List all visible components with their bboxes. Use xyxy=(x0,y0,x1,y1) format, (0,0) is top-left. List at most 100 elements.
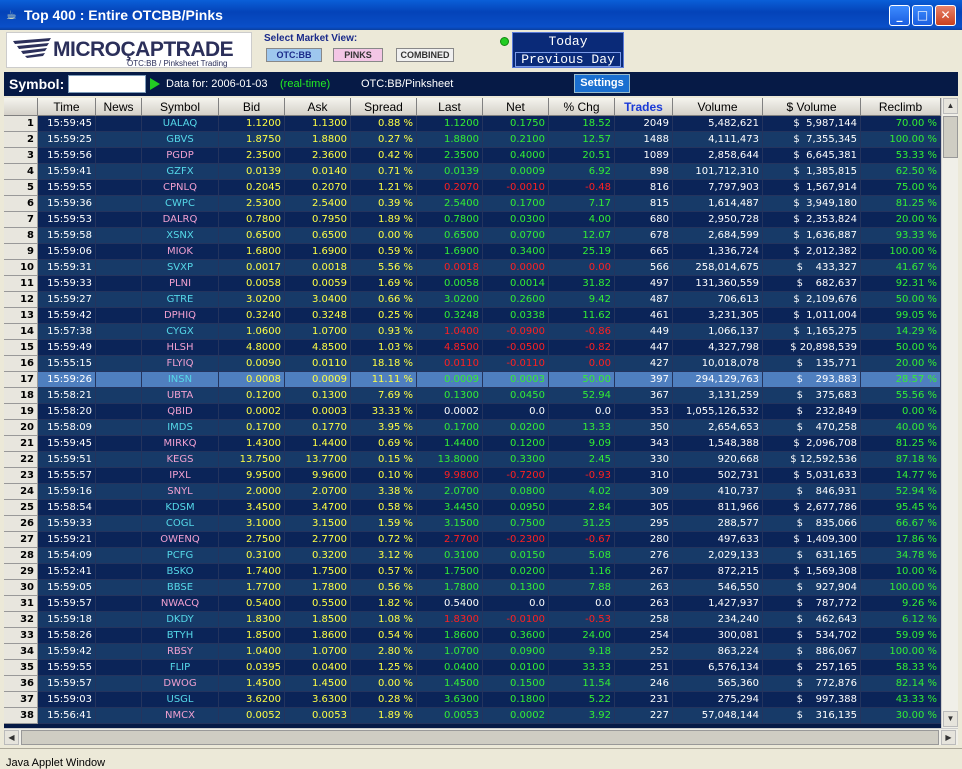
table-row[interactable]: 10 15:59:31 SVXP 0.0017 0.0018 5.56 % 0.0018 0.… xyxy=(4,260,941,276)
go-play-icon[interactable] xyxy=(150,78,160,90)
cell-symbol[interactable]: KDSM xyxy=(142,500,219,516)
cell-symbol[interactable]: FLYIQ xyxy=(142,356,219,372)
cell-symbol[interactable]: MIRKQ xyxy=(142,436,219,452)
table-row[interactable]: 8 15:59:58 XSNX 0.6500 0.6500 0.00 % 0.6500 0.0… xyxy=(4,228,941,244)
cell-symbol[interactable]: PGDP xyxy=(142,148,219,164)
cell-symbol[interactable]: DWOG xyxy=(142,676,219,692)
table-row[interactable]: 13 15:59:42 DPHIQ 0.3240 0.3248 0.25 % 0.3248 0… xyxy=(4,308,941,324)
cell-symbol[interactable]: GTRE xyxy=(142,292,219,308)
cell-symbol[interactable]: SNYL xyxy=(142,484,219,500)
cell-symbol[interactable]: KEGS xyxy=(142,452,219,468)
table-row[interactable]: 19 15:58:20 QBID 0.0002 0.0003 33.33 % 0.0002 0… xyxy=(4,404,941,420)
cell-symbol[interactable]: BTYH xyxy=(142,628,219,644)
table-row[interactable]: 4 15:59:41 GZFX 0.0139 0.0140 0.71 % 0.0139 0.0… xyxy=(4,164,941,180)
symbol-input[interactable] xyxy=(68,75,146,93)
column-header-spread[interactable]: Spread xyxy=(351,98,417,116)
cell-symbol[interactable]: QBID xyxy=(142,404,219,420)
cell-symbol[interactable]: DPHIQ xyxy=(142,308,219,324)
scroll-left-arrow-icon[interactable]: ◀ xyxy=(4,730,19,745)
table-row[interactable]: 26 15:59:33 COGL 3.1000 3.1500 1.59 % 3.1500 0.… xyxy=(4,516,941,532)
table-row[interactable]: 37 15:59:03 USGL 3.6200 3.6300 0.28 % 3.6300 0.… xyxy=(4,692,941,708)
table-row[interactable]: 2 15:59:25 GBVS 1.8750 1.8800 0.27 % 1.8800 0.2… xyxy=(4,132,941,148)
today-button[interactable]: Today xyxy=(515,35,621,50)
cell-symbol[interactable]: BSKO xyxy=(142,564,219,580)
cell-symbol[interactable]: NMCX xyxy=(142,708,219,724)
column-header-dollar-volume[interactable]: $ Volume xyxy=(763,98,861,116)
cell-symbol[interactable]: CYGX xyxy=(142,324,219,340)
cell-symbol[interactable]: XSNX xyxy=(142,228,219,244)
table-row[interactable]: 36 15:59:57 DWOG 1.4500 1.4500 0.00 % 1.4500 0.… xyxy=(4,676,941,692)
cell-symbol[interactable]: RBSY xyxy=(142,644,219,660)
table-row[interactable]: 9 15:59:06 MIOK 1.6800 1.6900 0.59 % 1.6900 0.3… xyxy=(4,244,941,260)
cell-symbol[interactable]: NWACQ xyxy=(142,596,219,612)
settings-button[interactable]: Settings xyxy=(574,74,630,93)
cell-symbol[interactable]: IPXL xyxy=(142,468,219,484)
column-header-pct-chg[interactable]: % Chg xyxy=(549,98,615,116)
column-header-news[interactable]: News xyxy=(96,98,142,116)
column-header-bid[interactable]: Bid xyxy=(219,98,285,116)
cell-symbol[interactable]: BBSE xyxy=(142,580,219,596)
close-button[interactable]: ✕ xyxy=(935,5,956,26)
table-row[interactable]: 22 15:59:51 KEGS 13.7500 13.7700 0.15 % 13.800… xyxy=(4,452,941,468)
table-row[interactable]: 1 15:59:45 UALAQ 1.1200 1.1300 0.88 % 1.1200 0.… xyxy=(4,116,941,132)
table-row[interactable]: 30 15:59:05 BBSE 1.7700 1.7800 0.56 % 1.7800 0.… xyxy=(4,580,941,596)
scroll-up-arrow-icon[interactable]: ▲ xyxy=(943,98,958,114)
column-header-ask[interactable]: Ask xyxy=(285,98,351,116)
table-row[interactable]: 12 15:59:27 GTRE 3.0200 3.0400 0.66 % 3.0200 0.… xyxy=(4,292,941,308)
vertical-scroll-thumb[interactable] xyxy=(943,116,958,158)
cell-symbol[interactable]: COGL xyxy=(142,516,219,532)
vertical-scrollbar[interactable]: ▲ ▼ xyxy=(941,98,958,728)
scroll-down-arrow-icon[interactable]: ▼ xyxy=(943,711,958,727)
table-row[interactable]: 23 15:55:57 IPXL 9.9500 9.9600 0.10 % 9.9800 -0… xyxy=(4,468,941,484)
table-row[interactable]: 25 15:58:54 KDSM 3.4500 3.4700 0.58 % 3.4450 0.… xyxy=(4,500,941,516)
column-header-last[interactable]: Last xyxy=(417,98,483,116)
otcbb-market-button[interactable]: OTC:BB xyxy=(266,48,322,62)
table-row[interactable]: 15 15:59:49 HLSH 4.8000 4.8500 1.03 % 4.8500 -0… xyxy=(4,340,941,356)
scroll-right-arrow-icon[interactable]: ▶ xyxy=(941,730,956,745)
cell-symbol[interactable]: UBTA xyxy=(142,388,219,404)
cell-symbol[interactable]: PCFG xyxy=(142,548,219,564)
table-row[interactable]: 7 15:59:53 DALRQ 0.7800 0.7950 1.89 % 0.7800 0.… xyxy=(4,212,941,228)
cell-symbol[interactable]: USGL xyxy=(142,692,219,708)
table-row[interactable]: 28 15:54:09 PCFG 0.3100 0.3200 3.12 % 0.3100 0.… xyxy=(4,548,941,564)
cell-symbol[interactable]: UALAQ xyxy=(142,116,219,132)
cell-symbol[interactable]: INSN xyxy=(142,372,219,388)
table-row[interactable]: 35 15:59:55 FLIP 0.0395 0.0400 1.25 % 0.0400 0.… xyxy=(4,660,941,676)
table-row[interactable]: 18 15:58:21 UBTA 0.1200 0.1300 7.69 % 0.1300 0.… xyxy=(4,388,941,404)
cell-symbol[interactable]: GBVS xyxy=(142,132,219,148)
column-header-time[interactable]: Time xyxy=(38,98,96,116)
table-row[interactable]: 33 15:58:26 BTYH 1.8500 1.8600 0.54 % 1.8600 0.… xyxy=(4,628,941,644)
table-row[interactable]: 3 15:59:56 PGDP 2.3500 2.3600 0.42 % 2.3500 0.4… xyxy=(4,148,941,164)
table-row[interactable]: 6 15:59:36 CWPC 2.5300 2.5400 0.39 % 2.5400 0.1… xyxy=(4,196,941,212)
combined-market-button[interactable]: COMBINED xyxy=(396,48,454,62)
table-row[interactable]: 20 15:58:09 IMDS 0.1700 0.1770 3.95 % 0.1700 0.… xyxy=(4,420,941,436)
column-header-net[interactable]: Net xyxy=(483,98,549,116)
cell-symbol[interactable]: OWENQ xyxy=(142,532,219,548)
table-row[interactable]: 11 15:59:33 PLNI 0.0058 0.0059 1.69 % 0.0058 0.… xyxy=(4,276,941,292)
column-header-trades[interactable]: Trades xyxy=(615,98,673,116)
table-row[interactable]: 32 15:59:18 DKDY 1.8300 1.8500 1.08 % 1.8300 -0… xyxy=(4,612,941,628)
table-row[interactable]: 24 15:59:16 SNYL 2.0000 2.0700 3.38 % 2.0700 0.… xyxy=(4,484,941,500)
horizontal-scrollbar[interactable]: ◀ ▶ xyxy=(4,728,958,745)
table-row[interactable]: 21 15:59:45 MIRKQ 1.4300 1.4400 0.69 % 1.4400 0… xyxy=(4,436,941,452)
table-row[interactable]: 16 15:55:15 FLYIQ 0.0090 0.0110 18.18 % 0.0110… xyxy=(4,356,941,372)
cell-symbol[interactable]: MIOK xyxy=(142,244,219,260)
horizontal-scroll-thumb[interactable] xyxy=(21,730,939,745)
column-header-reclimb[interactable]: Reclimb xyxy=(861,98,941,116)
cell-symbol[interactable]: CWPC xyxy=(142,196,219,212)
table-row[interactable]: 31 15:59:57 NWACQ 0.5400 0.5500 1.82 % 0.5400 0… xyxy=(4,596,941,612)
table-row[interactable]: 27 15:59:21 OWENQ 2.7500 2.7700 0.72 % 2.7700-… xyxy=(4,532,941,548)
column-header-row-number[interactable] xyxy=(4,98,38,116)
maximize-button[interactable]: □ xyxy=(912,5,933,26)
pinks-market-button[interactable]: PINKS xyxy=(333,48,383,62)
cell-symbol[interactable]: CPNLQ xyxy=(142,180,219,196)
table-row[interactable]: 38 15:56:41 NMCX 0.0052 0.0053 1.89 % 0.0053 0.… xyxy=(4,708,941,724)
column-header-volume[interactable]: Volume xyxy=(673,98,763,116)
table-row[interactable]: 14 15:57:38 CYGX 1.0600 1.0700 0.93 % 1.0400 -0… xyxy=(4,324,941,340)
cell-symbol[interactable]: SVXP xyxy=(142,260,219,276)
cell-symbol[interactable]: IMDS xyxy=(142,420,219,436)
table-row[interactable]: 17 15:59:26 INSN 0.0008 0.0009 11.11 % 0.0009 0… xyxy=(4,372,941,388)
cell-symbol[interactable]: DALRQ xyxy=(142,212,219,228)
cell-symbol[interactable]: DKDY xyxy=(142,612,219,628)
previous-day-button[interactable]: Previous Day xyxy=(515,52,621,67)
